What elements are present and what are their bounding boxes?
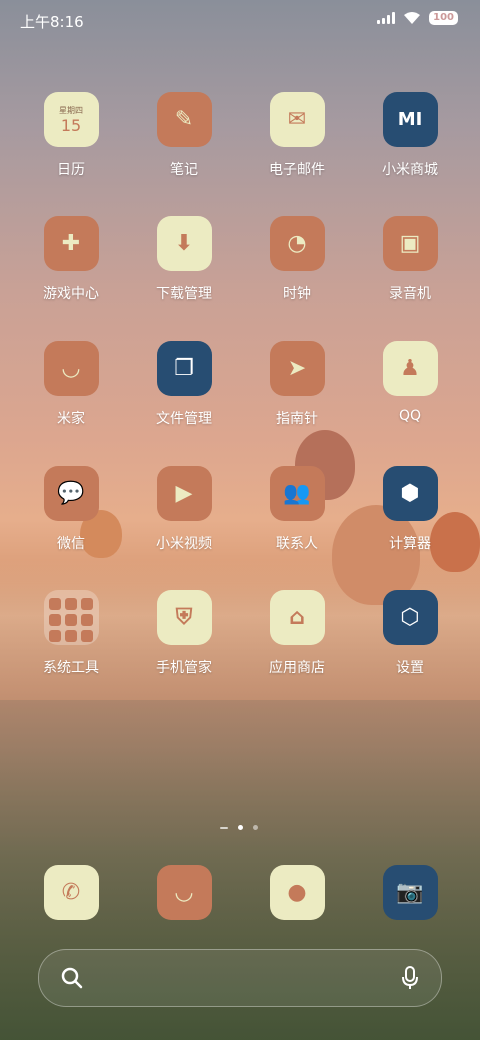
- app-clock[interactable]: ◔ 时钟: [242, 216, 352, 303]
- recorder-icon: ▣: [382, 216, 438, 271]
- search-icon: [61, 967, 83, 989]
- app-mail[interactable]: ✉ 电子邮件: [242, 92, 352, 179]
- app-contacts[interactable]: 👥 联系人: [242, 466, 352, 553]
- browser-icon: ◡: [156, 865, 212, 920]
- dock-phone[interactable]: ✆: [16, 865, 126, 920]
- app-label: 电子邮件: [269, 162, 325, 178]
- mail-icon: ✉: [269, 92, 325, 147]
- dock-browser[interactable]: ◡: [129, 865, 239, 920]
- notes-icon: ✎: [156, 92, 212, 147]
- app-store-icon: ⌂: [269, 590, 325, 645]
- app-label: 指南针: [276, 411, 318, 427]
- app-label: 系统工具: [43, 660, 99, 676]
- signal-icon: [377, 12, 396, 24]
- app-system-tools-folder[interactable]: 系统工具: [16, 590, 126, 677]
- files-icon: ❐: [156, 341, 212, 396]
- app-label: 时钟: [283, 286, 311, 302]
- calendar-day: 15: [60, 115, 82, 135]
- calculator-icon: ⬢: [382, 466, 438, 521]
- dock-camera[interactable]: 📷: [355, 865, 465, 920]
- mi-store-icon: MI: [382, 92, 438, 147]
- messages-icon: ●: [269, 865, 325, 920]
- compass-icon: ➤: [269, 341, 325, 396]
- app-mi-store[interactable]: MI 小米商城: [355, 92, 465, 179]
- status-bar: 上午8:16 100: [0, 0, 480, 40]
- dock-messages[interactable]: ●: [242, 865, 352, 920]
- app-label: 录音机: [389, 286, 431, 302]
- app-label: 设置: [396, 660, 424, 676]
- qq-icon: ♟: [382, 341, 438, 396]
- calendar-icon: 星期四 15: [43, 92, 99, 147]
- wechat-icon: 💬: [43, 466, 99, 521]
- battery-icon: 100: [429, 11, 458, 25]
- phone-icon: ✆: [43, 865, 99, 920]
- camera-icon: 📷: [382, 865, 438, 920]
- clock-icon: ◔: [269, 216, 325, 271]
- wifi-icon: [404, 12, 421, 24]
- app-label: 联系人: [276, 536, 318, 552]
- app-game-center[interactable]: ✚ 游戏中心: [16, 216, 126, 303]
- app-label: 文件管理: [156, 411, 212, 427]
- page-indicator[interactable]: [220, 825, 258, 830]
- app-calculator[interactable]: ⬢ 计算器: [355, 466, 465, 553]
- search-bar[interactable]: [38, 949, 442, 1007]
- app-label: 游戏中心: [43, 286, 99, 302]
- app-files[interactable]: ❐ 文件管理: [129, 341, 239, 428]
- app-compass[interactable]: ➤ 指南针: [242, 341, 352, 428]
- app-label: 小米视频: [156, 536, 212, 552]
- app-label: 小米商城: [382, 162, 438, 178]
- folder-icon: [43, 590, 99, 645]
- app-label: 下载管理: [156, 286, 212, 302]
- app-label: QQ: [398, 408, 422, 424]
- app-calendar[interactable]: 星期四 15 日历: [16, 92, 126, 179]
- status-time: 上午8:16: [20, 13, 84, 31]
- app-mijia[interactable]: ◡ 米家: [16, 341, 126, 428]
- gamepad-icon: ✚: [43, 216, 99, 271]
- security-icon: ⛨: [156, 590, 212, 645]
- app-app-store[interactable]: ⌂ 应用商店: [242, 590, 352, 677]
- mijia-icon: ◡: [43, 341, 99, 396]
- app-label: 米家: [57, 411, 85, 427]
- video-icon: ▶: [156, 466, 212, 521]
- calendar-weekday: 星期四: [59, 105, 83, 115]
- app-wechat[interactable]: 💬 微信: [16, 466, 126, 553]
- app-qq[interactable]: ♟ QQ: [355, 341, 465, 424]
- app-downloads[interactable]: ⬇ 下载管理: [129, 216, 239, 303]
- contacts-icon: 👥: [269, 466, 325, 521]
- app-label: 微信: [57, 536, 85, 552]
- app-recorder[interactable]: ▣ 录音机: [355, 216, 465, 303]
- app-label: 日历: [57, 162, 85, 178]
- app-label: 计算器: [389, 536, 431, 552]
- app-security[interactable]: ⛨ 手机管家: [129, 590, 239, 677]
- app-settings[interactable]: ⬡ 设置: [355, 590, 465, 677]
- app-mi-video[interactable]: ▶ 小米视频: [129, 466, 239, 553]
- settings-icon: ⬡: [382, 590, 438, 645]
- app-label: 应用商店: [269, 660, 325, 676]
- app-label: 手机管家: [156, 660, 212, 676]
- app-label: 笔记: [170, 162, 198, 178]
- microphone-icon[interactable]: [401, 966, 419, 990]
- app-notes[interactable]: ✎ 笔记: [129, 92, 239, 179]
- download-icon: ⬇: [156, 216, 212, 271]
